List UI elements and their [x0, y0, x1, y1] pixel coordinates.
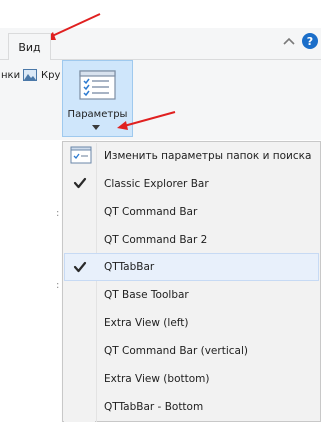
title-bar	[0, 0, 321, 28]
menu-item-folder-options[interactable]: Изменить параметры папок и поиска	[64, 142, 319, 170]
parameters-button-label: Параметры	[67, 109, 128, 120]
menu-item-classic-explorer-bar[interactable]: Classic Explorer Bar	[64, 170, 319, 198]
menu-item-qttabbar-bottom[interactable]: QTTabBar - Bottom	[64, 393, 319, 421]
help-icon[interactable]: ?	[302, 33, 318, 49]
checkmark-icon	[73, 177, 87, 189]
menu-item-label: Classic Explorer Bar	[104, 178, 209, 190]
menu-item-extra-view-bottom[interactable]: Extra View (bottom)	[64, 365, 319, 393]
folder-options-icon	[70, 146, 92, 164]
menu-item-qt-command-bar[interactable]: QT Command Bar	[64, 198, 319, 226]
menu-item-label: QT Command Bar (vertical)	[104, 345, 248, 357]
tab-view[interactable]: Вид	[8, 33, 51, 61]
ribbon-option-right[interactable]: Кру	[41, 70, 60, 81]
menu-item-qt-command-bar-2[interactable]: QT Command Bar 2	[64, 226, 319, 254]
picture-icon	[23, 69, 37, 81]
navigation-pane: : :	[0, 140, 62, 422]
menu-item-qttabbar[interactable]: QTTabBar	[64, 253, 319, 281]
menu-item-label: Extra View (bottom)	[104, 373, 210, 385]
menu-item-label: QT Base Toolbar	[104, 289, 189, 301]
chevron-up-icon[interactable]	[281, 34, 297, 50]
ribbon-option-left[interactable]: нки	[1, 70, 20, 81]
menu-item-label: QT Command Bar 2	[104, 234, 208, 246]
explorer-window: Вид ? нки Кру Параметры : : Изменить пар…	[0, 0, 321, 422]
menu-item-extra-view-left[interactable]: Extra View (left)	[64, 309, 319, 337]
menu-item-label: Extra View (left)	[104, 317, 189, 329]
menu-item-label: QTTabBar	[104, 261, 155, 273]
chevron-down-icon	[92, 125, 100, 130]
menu-item-label: Изменить параметры папок и поиска	[104, 150, 312, 162]
menu-item-qt-command-bar-vertical[interactable]: QT Command Bar (vertical)	[64, 337, 319, 365]
options-checklist-icon	[79, 70, 116, 100]
menu-item-qt-base-toolbar[interactable]: QT Base Toolbar	[64, 281, 319, 309]
menu-item-label: QT Command Bar	[104, 206, 198, 218]
menu-item-label: QTTabBar - Bottom	[104, 401, 204, 413]
checkmark-icon	[73, 261, 87, 273]
